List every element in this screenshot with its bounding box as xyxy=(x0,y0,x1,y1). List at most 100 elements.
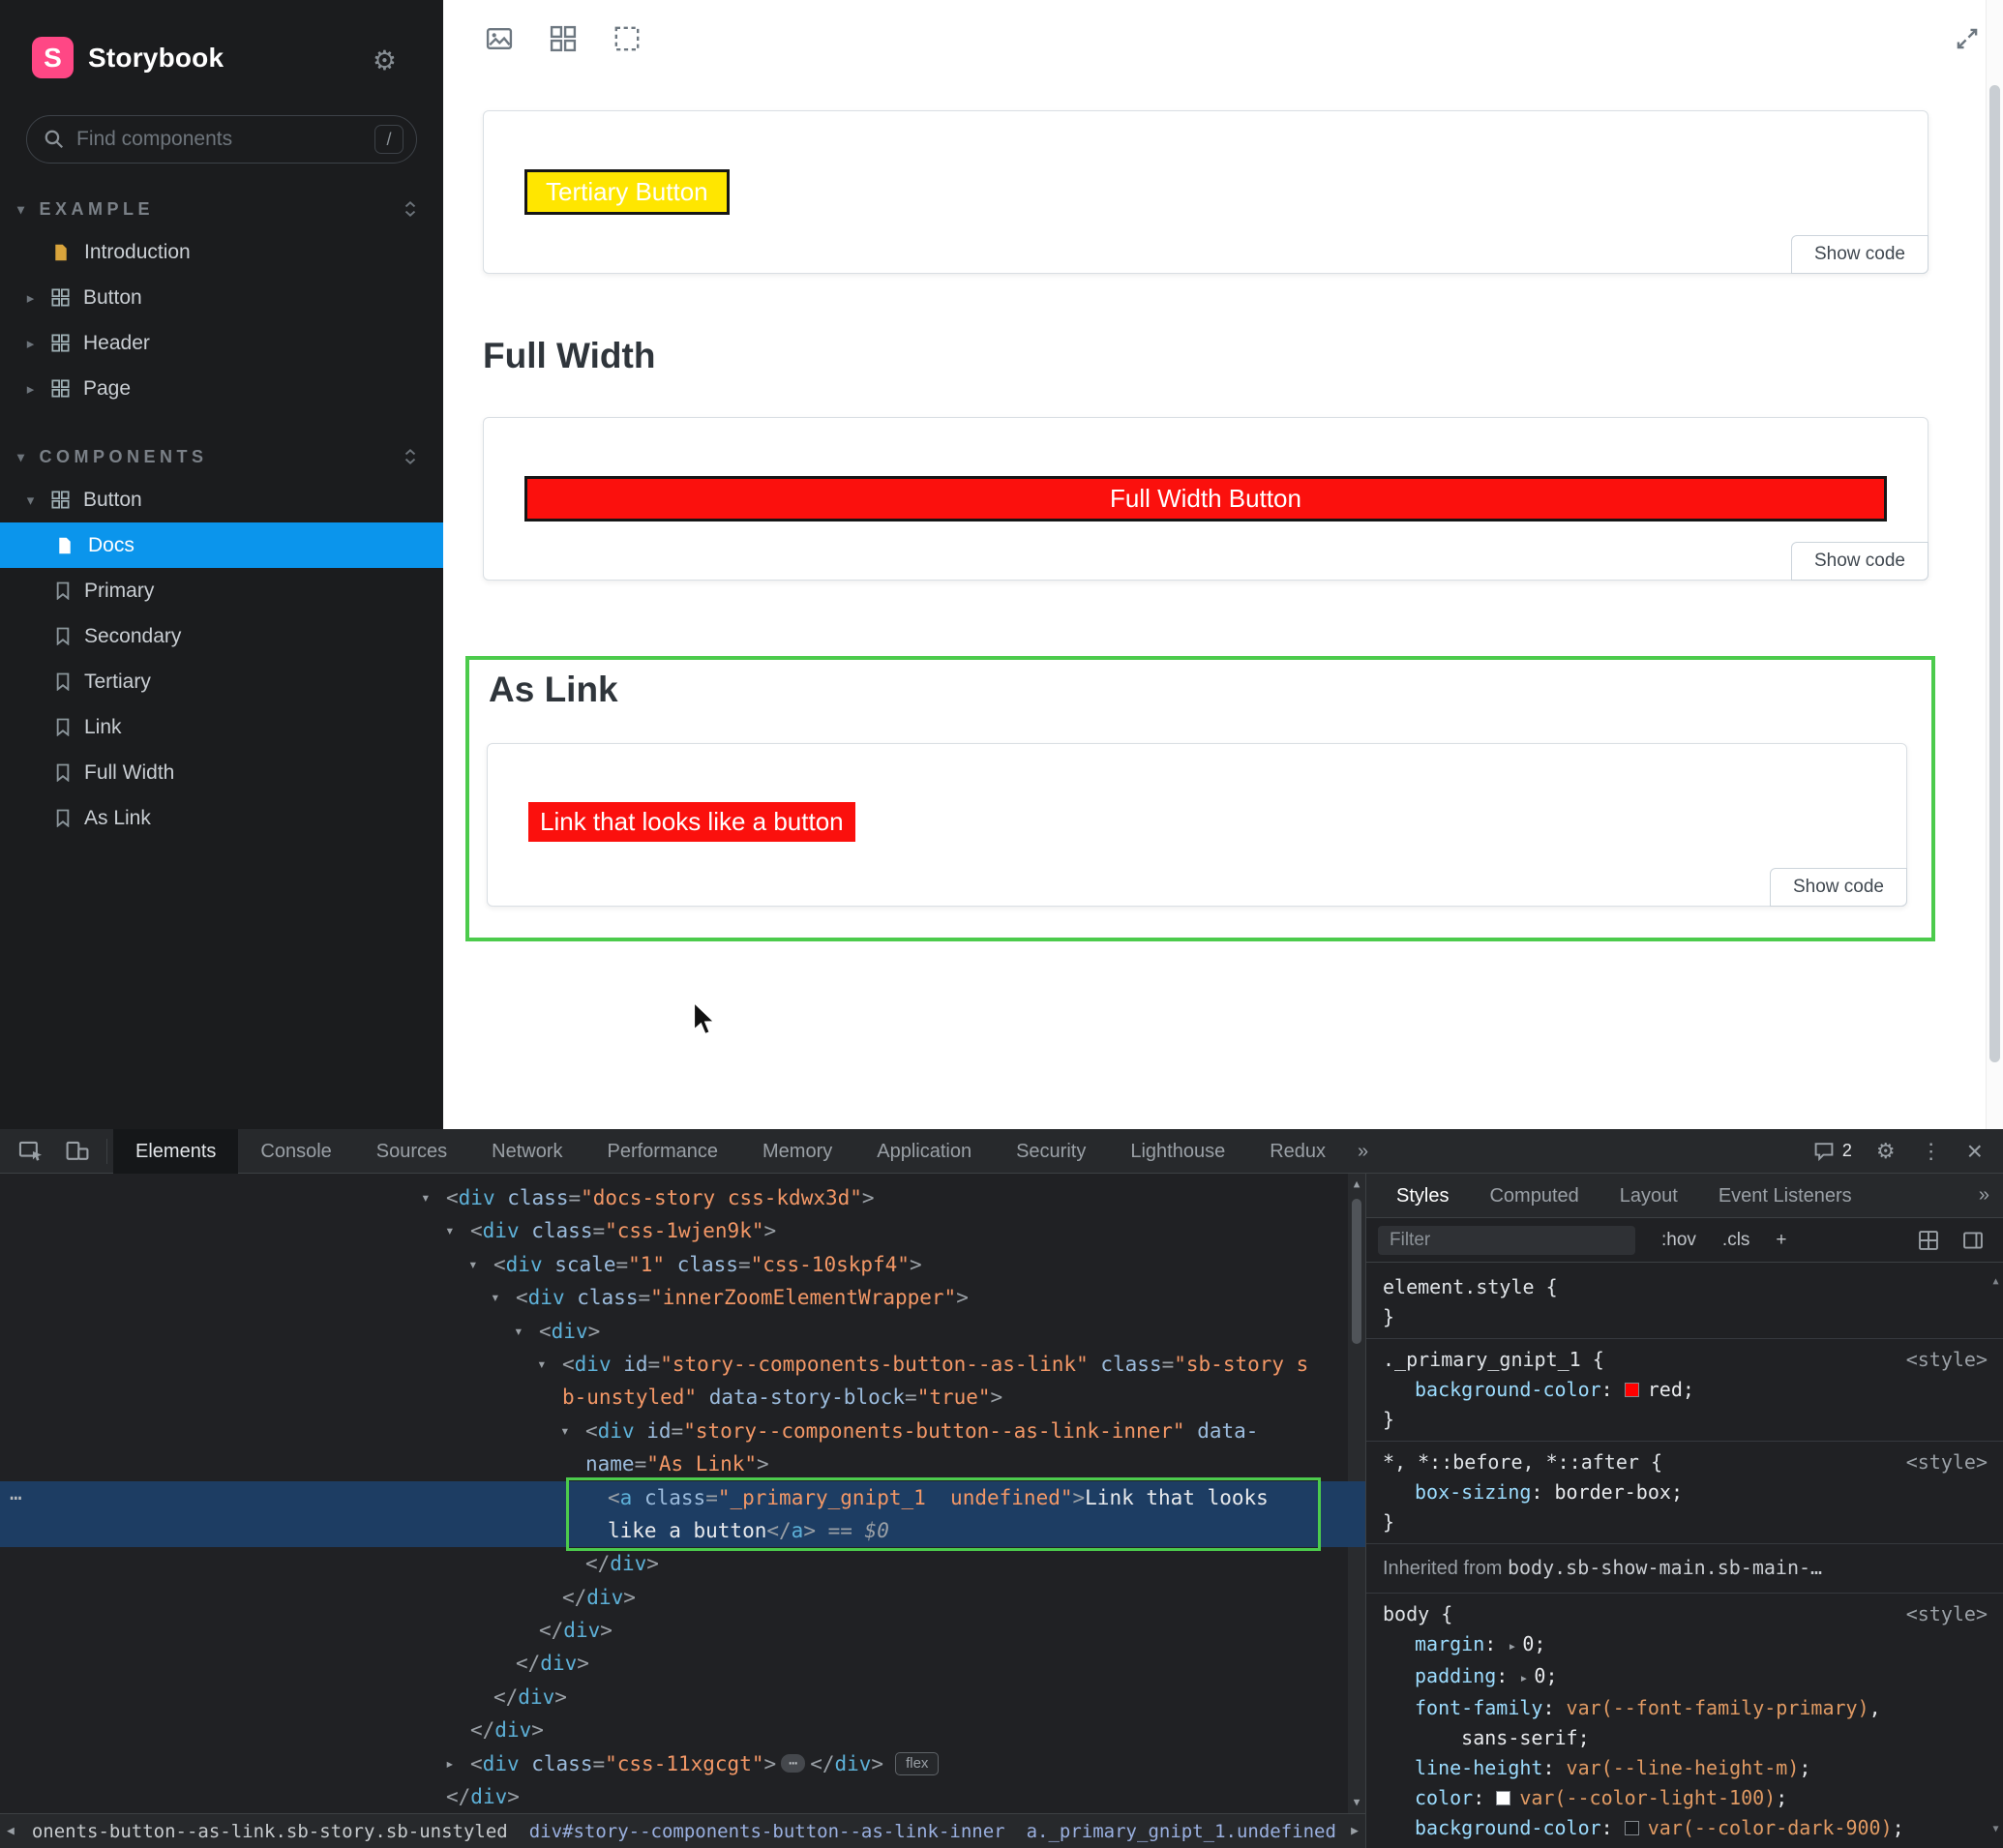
dom-tree-line[interactable]: </div> xyxy=(0,1714,1365,1746)
devtools-tab-console[interactable]: Console xyxy=(238,1129,353,1174)
dom-tree-line[interactable]: b-unstyled" data-story-block="true"> xyxy=(0,1381,1365,1414)
toggle-hover-state-button[interactable]: :hov xyxy=(1661,1230,1696,1251)
color-swatch[interactable] xyxy=(1625,1383,1639,1397)
canvas-scrollbar[interactable] xyxy=(1986,0,2003,1129)
device-toolbar-icon[interactable] xyxy=(65,1140,90,1163)
expand-down-icon[interactable]: ▾ xyxy=(421,1181,431,1214)
dom-tree-line[interactable]: ▾<div scale="1" class="css-10skpf4"> xyxy=(0,1248,1365,1281)
sidebar-item-introduction[interactable]: Introduction xyxy=(0,229,443,275)
expand-down-icon[interactable]: ▾ xyxy=(445,1214,455,1247)
console-messages-icon[interactable]: 2 xyxy=(1812,1140,1852,1163)
css-property[interactable]: margin: ▸0; xyxy=(1366,1629,2003,1661)
chevron-down-icon[interactable]: ▾ xyxy=(23,492,38,509)
sidebar-item-button[interactable]: ▸Button xyxy=(0,275,443,320)
panel-toggle-icon[interactable] xyxy=(1962,1230,1984,1251)
styles-filter-input[interactable] xyxy=(1378,1226,1635,1255)
css-property[interactable]: color: var(--color-light-100); xyxy=(1366,1783,2003,1813)
dom-tree-line[interactable]: ▸<div class="css-11xgcgt">⋯</div>flex xyxy=(0,1747,1365,1780)
gutter-ellipsis[interactable]: … xyxy=(10,1481,22,1505)
devtools-tab-lighthouse[interactable]: Lighthouse xyxy=(1108,1129,1247,1174)
background-image-icon[interactable] xyxy=(486,25,513,52)
style-source-link[interactable]: <style> xyxy=(1906,1345,1988,1375)
grid-icon[interactable] xyxy=(550,25,577,52)
expand-down-icon[interactable]: ▾ xyxy=(560,1415,570,1447)
styles-tab-styles[interactable]: Styles xyxy=(1376,1174,1469,1218)
css-property[interactable]: background-color: var(--color-dark-900); xyxy=(1366,1813,2003,1843)
sidebar-item-docs[interactable]: Docs xyxy=(0,522,443,568)
canvas-scrollbar-thumb[interactable] xyxy=(1989,85,2000,1062)
sidebar-item-secondary[interactable]: Secondary xyxy=(0,613,443,659)
inline-ellipsis-icon[interactable]: ⋯ xyxy=(781,1754,805,1773)
style-source-link[interactable]: <style> xyxy=(1906,1599,1988,1629)
devtools-tab-application[interactable]: Application xyxy=(854,1129,994,1174)
dom-tree-line[interactable]: ▾<div> xyxy=(0,1315,1365,1348)
search-input[interactable] xyxy=(76,128,363,151)
breadcrumb-item[interactable]: a._primary_gnipt_1.undefined xyxy=(1017,1821,1345,1842)
expand-right-icon[interactable]: ▸ xyxy=(445,1747,455,1780)
devtools-close-icon[interactable]: × xyxy=(1967,1136,1983,1167)
dom-tree-line[interactable]: </div> xyxy=(0,1614,1365,1647)
show-code-button[interactable]: Show code xyxy=(1791,235,1928,274)
scroll-down-icon[interactable]: ▼ xyxy=(1988,1814,2003,1844)
styles-tab-computed[interactable]: Computed xyxy=(1469,1174,1599,1218)
devtools-settings-icon[interactable]: ⚙ xyxy=(1876,1139,1896,1164)
color-swatch[interactable] xyxy=(1496,1791,1510,1805)
sidebar-item-full-width[interactable]: Full Width xyxy=(0,750,443,795)
expand-down-icon[interactable]: ▾ xyxy=(514,1315,523,1348)
devtools-tab-elements[interactable]: Elements xyxy=(113,1129,238,1174)
sidebar-section-header-components[interactable]: ▾COMPONENTS xyxy=(0,436,443,477)
full-width-button-preview[interactable]: Full Width Button xyxy=(524,476,1887,522)
devtools-tab-security[interactable]: Security xyxy=(994,1129,1108,1174)
devtools-tab-performance[interactable]: Performance xyxy=(585,1129,741,1174)
dom-tree-line[interactable]: ▾<div id="story--components-button--as-l… xyxy=(0,1348,1365,1381)
dom-tree-line[interactable]: ▾<div class="css-1wjen9k"> xyxy=(0,1214,1365,1247)
css-property[interactable]: padding: ▸0; xyxy=(1366,1661,2003,1693)
sidebar-item-header[interactable]: ▸Header xyxy=(0,320,443,366)
inherited-selector-link[interactable]: body.sb-show-main.sb-main-… xyxy=(1508,1556,1822,1579)
styles-tab-event-listeners[interactable]: Event Listeners xyxy=(1698,1174,1872,1218)
expand-down-icon[interactable]: ▾ xyxy=(537,1348,547,1381)
styles-tab-layout[interactable]: Layout xyxy=(1599,1174,1698,1218)
devtools-tab-memory[interactable]: Memory xyxy=(740,1129,854,1174)
dom-tree-line[interactable]: <a class="_primary_gnipt_1 undefined">Li… xyxy=(0,1481,1365,1514)
devtools-tab-redux[interactable]: Redux xyxy=(1247,1129,1348,1174)
expand-all-icon[interactable] xyxy=(403,448,418,465)
expand-longhand-icon[interactable]: ▸ xyxy=(1508,1637,1516,1654)
css-property[interactable]: line-height: var(--line-height-m); xyxy=(1366,1753,2003,1783)
rule-selector[interactable]: ._primary_gnipt_1 xyxy=(1383,1348,1581,1371)
styles-more-tabs-icon[interactable]: » xyxy=(1965,1184,2003,1207)
devtools-menu-icon[interactable]: ⋮ xyxy=(1921,1139,1942,1164)
styles-scrollbar[interactable]: ▲ ▼ xyxy=(1988,1263,2003,1848)
dom-tree-line[interactable]: name="As Link"> xyxy=(0,1447,1365,1480)
chevron-right-icon[interactable]: ▸ xyxy=(23,335,38,352)
tertiary-button-preview[interactable]: Tertiary Button xyxy=(524,169,730,215)
scroll-up-icon[interactable]: ▲ xyxy=(1988,1267,2003,1297)
sidebar-item-button[interactable]: ▾Button xyxy=(0,477,443,522)
flex-badge[interactable]: flex xyxy=(895,1752,939,1775)
sidebar-item-page[interactable]: ▸Page xyxy=(0,366,443,411)
sidebar-item-primary[interactable]: Primary xyxy=(0,568,443,613)
rule-selector[interactable]: *, *::before, *::after xyxy=(1383,1450,1639,1474)
dom-tree-line[interactable]: </div> xyxy=(0,1780,1365,1813)
settings-gear-icon[interactable]: ⚙ xyxy=(373,45,397,76)
rule-selector[interactable]: element.style xyxy=(1383,1275,1535,1298)
expand-down-icon[interactable]: ▾ xyxy=(491,1281,500,1314)
more-tabs-icon[interactable]: » xyxy=(1348,1129,1378,1174)
expand-longhand-icon[interactable]: ▸ xyxy=(1519,1669,1528,1686)
show-code-button[interactable]: Show code xyxy=(1770,868,1907,907)
devtools-tab-sources[interactable]: Sources xyxy=(354,1129,469,1174)
dom-tree-line[interactable]: ▾<div class="docs-story css-kdwx3d"> xyxy=(0,1181,1365,1214)
sidebar-section-header-example[interactable]: ▾EXAMPLE xyxy=(0,189,443,229)
fullscreen-expand-icon[interactable] xyxy=(1954,25,1981,52)
expand-down-icon[interactable]: ▾ xyxy=(468,1248,478,1281)
inspect-element-icon[interactable] xyxy=(18,1140,44,1163)
dom-tree-line[interactable]: </div> xyxy=(0,1581,1365,1614)
dom-tree-line[interactable]: </div> xyxy=(0,1681,1365,1714)
dom-tree-line[interactable]: like a button</a> == $0 xyxy=(0,1514,1365,1547)
show-code-button[interactable]: Show code xyxy=(1791,542,1928,581)
devtools-tab-network[interactable]: Network xyxy=(469,1129,584,1174)
rule-selector[interactable]: body xyxy=(1383,1602,1429,1625)
css-property[interactable]: box-sizing: border-box; xyxy=(1366,1477,2003,1507)
breadcrumb-item[interactable]: div#story--components-button--as-link-in… xyxy=(520,1821,1015,1842)
chevron-right-icon[interactable]: ▸ xyxy=(23,380,38,398)
